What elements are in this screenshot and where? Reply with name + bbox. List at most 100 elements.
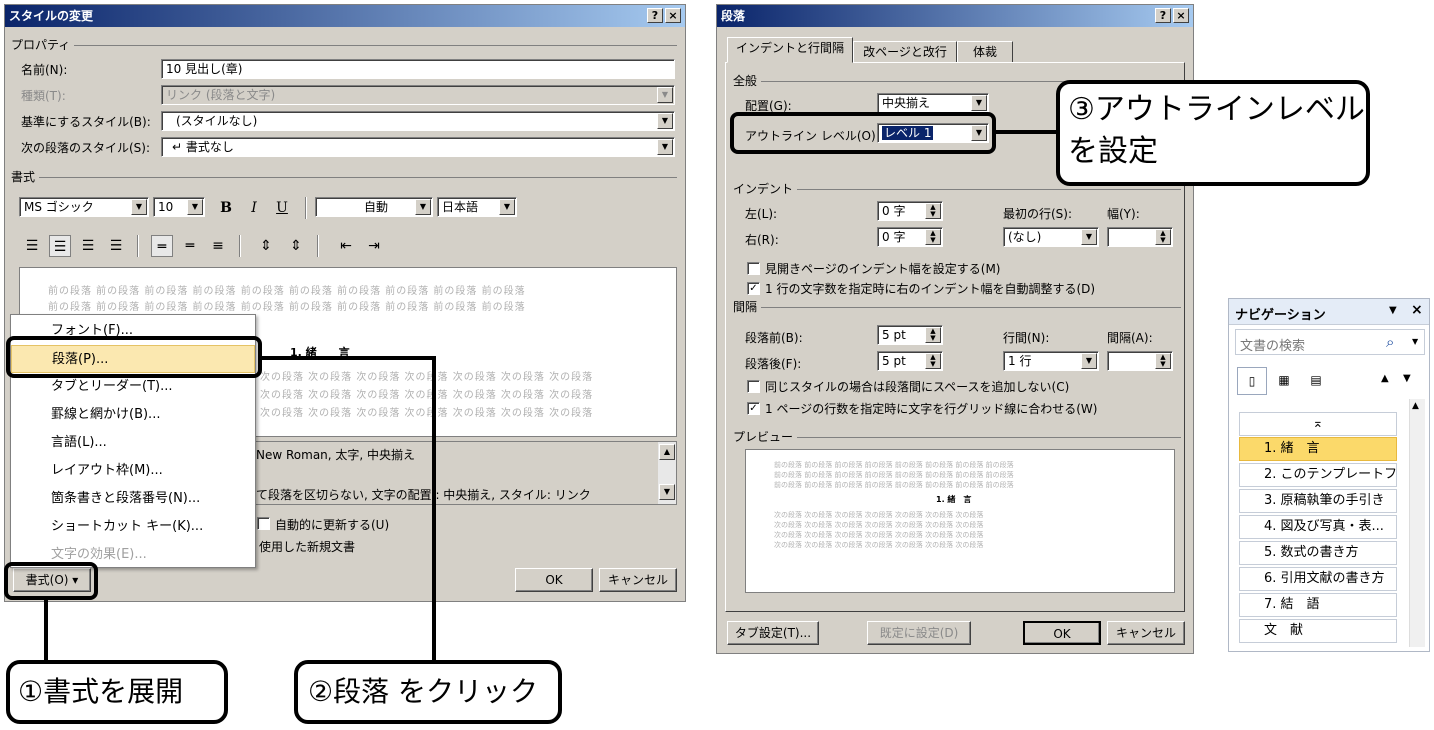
menu-item-frame[interactable]: レイアウト枠(M)...	[11, 457, 255, 485]
width-label: 幅(Y):	[1107, 207, 1140, 221]
nav-heading-item[interactable]: 4. 図及び写真・表...	[1239, 515, 1397, 539]
ok-button[interactable]: OK	[1023, 621, 1101, 645]
align-center-icon[interactable]: ☰	[49, 235, 71, 257]
first-line-value: (なし)	[1008, 230, 1042, 244]
space-after-icon[interactable]: ⇕	[285, 235, 307, 257]
search-icon[interactable]: ⌕	[1386, 333, 1394, 351]
chevron-down-icon[interactable]: ▼	[131, 199, 147, 215]
menu-item-borders[interactable]: 罫線と網かけ(B)...	[11, 401, 255, 429]
headings-view-icon[interactable]: ▯	[1237, 367, 1267, 395]
chevron-down-icon[interactable]: ▼	[1081, 229, 1097, 245]
nav-heading-item[interactable]: 文 献	[1239, 619, 1397, 643]
no-space-checkbox[interactable]	[747, 380, 760, 393]
help-button[interactable]: ?	[647, 8, 663, 23]
name-label: 名前(N):	[21, 63, 68, 77]
one-half-spacing-icon[interactable]: ═	[179, 235, 201, 257]
preview-prev-line: 前の段落 前の段落 前の段落 前の段落 前の段落 前の段落 前の段落 前の段落 …	[48, 302, 526, 313]
set-default-button[interactable]: 既定に設定(D)	[867, 621, 971, 645]
based-on-select[interactable]: (スタイルなし) ▼	[161, 111, 675, 131]
chevron-down-icon[interactable]: ▼	[971, 95, 987, 111]
spinner-icon[interactable]: ▲ ▼	[925, 203, 941, 219]
right-indent-input[interactable]: 0 字 ▲ ▼	[877, 227, 943, 247]
nav-heading-item[interactable]: 2. このテンプレートフ...	[1239, 463, 1397, 487]
increase-indent-icon[interactable]: ⇥	[363, 235, 385, 257]
justify-icon[interactable]: ☰	[105, 235, 127, 257]
left-indent-input[interactable]: 0 字 ▲ ▼	[877, 201, 943, 221]
chevron-down-icon[interactable]: ▼	[415, 199, 431, 215]
mirror-indent-label: 見開きページのインデント幅を設定する(M)	[765, 262, 1001, 276]
nav-search-box[interactable]: 文書の検索 ⌕ ▼	[1235, 329, 1425, 355]
menu-item-numbering[interactable]: 箇条書きと段落番号(N)...	[11, 485, 255, 513]
nav-scrollbar[interactable]: ▲	[1409, 399, 1425, 647]
nav-heading-item[interactable]: 7. 結 語	[1239, 593, 1397, 617]
underline-button[interactable]: U	[271, 197, 293, 219]
spinner-icon[interactable]: ▲ ▼	[925, 353, 941, 369]
chevron-down-icon[interactable]: ▼	[657, 113, 673, 129]
menu-item-shortcut[interactable]: ショートカット キー(K)...	[11, 513, 255, 541]
next-heading-icon[interactable]: ▼	[1403, 373, 1411, 384]
tab-page-breaks[interactable]: 改ページと改行	[853, 41, 957, 63]
space-before-input[interactable]: 5 pt ▲ ▼	[877, 325, 943, 345]
chevron-down-icon[interactable]: ▼	[657, 139, 673, 155]
name-input[interactable]: 10 見出し(章)	[161, 59, 675, 79]
first-line-select[interactable]: (なし) ▼	[1003, 227, 1099, 247]
tab-indent-spacing[interactable]: インデントと行間隔	[727, 37, 853, 63]
snap-grid-checkbox[interactable]: ✓	[747, 402, 760, 415]
space-before-icon[interactable]: ⇕	[255, 235, 277, 257]
chevron-down-icon[interactable]: ▼	[1412, 337, 1418, 346]
width-input[interactable]: ▲ ▼	[1107, 227, 1173, 247]
decrease-indent-icon[interactable]: ⇤	[335, 235, 357, 257]
font-size-select[interactable]: 10 ▼	[153, 197, 205, 217]
nav-heading-item[interactable]: 3. 原稿執筆の手引き	[1239, 489, 1397, 513]
dialog-title: スタイルの変更	[5, 5, 685, 27]
menu-item-language[interactable]: 言語(L)...	[11, 429, 255, 457]
font-color-select[interactable]: 自動 ▼	[315, 197, 433, 217]
scroll-down-icon[interactable]: ▼	[659, 484, 675, 500]
line-spacing-select[interactable]: 1 行 ▼	[1003, 351, 1099, 371]
nav-close-icon[interactable]: ×	[1411, 302, 1423, 318]
align-right-icon[interactable]: ☰	[77, 235, 99, 257]
auto-update-checkbox[interactable]	[257, 517, 270, 530]
auto-indent-checkbox[interactable]: ✓	[747, 282, 760, 295]
callout-3-text-line2: を設定	[1068, 134, 1158, 169]
space-after-input[interactable]: 5 pt ▲ ▼	[877, 351, 943, 371]
spinner-icon[interactable]: ▲ ▼	[925, 229, 941, 245]
spacing-at-input[interactable]: ▲ ▼	[1107, 351, 1173, 371]
spinner-icon[interactable]: ▲ ▼	[1155, 229, 1171, 245]
alignment-select[interactable]: 中央揃え ▼	[877, 93, 989, 113]
previous-heading-icon[interactable]: ▲	[1381, 373, 1389, 384]
cancel-button[interactable]: キャンセル	[1107, 621, 1185, 645]
cancel-button[interactable]: キャンセル	[599, 568, 677, 592]
spinner-icon[interactable]: ▲ ▼	[1155, 353, 1171, 369]
spinner-icon[interactable]: ▲ ▼	[925, 327, 941, 343]
italic-button[interactable]: I	[243, 197, 265, 219]
preview-heading: 1. 緒 言	[936, 495, 972, 504]
nav-heading-item[interactable]: 5. 数式の書き方	[1239, 541, 1397, 565]
language-select[interactable]: 日本語 ▼	[437, 197, 517, 217]
scroll-up-icon[interactable]: ▲	[1412, 401, 1419, 411]
next-style-select[interactable]: ↵ 書式なし ▼	[161, 137, 675, 157]
close-button[interactable]: ×	[1173, 8, 1189, 23]
close-button[interactable]: ×	[665, 8, 681, 23]
chevron-down-icon[interactable]: ▼	[1081, 353, 1097, 369]
mirror-indent-checkbox[interactable]	[747, 262, 760, 275]
nav-options-icon[interactable]: ▼	[1389, 305, 1397, 316]
bold-button[interactable]: B	[215, 197, 237, 219]
results-view-icon[interactable]: ▤	[1301, 367, 1331, 395]
chevron-down-icon[interactable]: ▼	[187, 199, 203, 215]
description-scrollbar[interactable]: ▲ ▼	[658, 442, 676, 504]
chevron-down-icon[interactable]: ▼	[499, 199, 515, 215]
align-left-icon[interactable]: ☰	[21, 235, 43, 257]
scroll-up-icon[interactable]: ▲	[659, 444, 675, 460]
nav-collapse-row[interactable]: ⌅	[1239, 412, 1397, 436]
single-spacing-icon[interactable]: ═	[151, 235, 173, 257]
nav-heading-item[interactable]: 6. 引用文献の書き方	[1239, 567, 1397, 591]
font-name-select[interactable]: MS ゴシック ▼	[19, 197, 149, 217]
pages-view-icon[interactable]: ▦	[1269, 367, 1299, 395]
tab-settings-button[interactable]: タブ設定(T)...	[727, 621, 819, 645]
help-button[interactable]: ?	[1155, 8, 1171, 23]
nav-heading-item[interactable]: 1. 緒 言	[1239, 437, 1397, 461]
tab-typography[interactable]: 体裁	[957, 41, 1013, 63]
ok-button[interactable]: OK	[515, 568, 593, 592]
double-spacing-icon[interactable]: ≡	[207, 235, 229, 257]
